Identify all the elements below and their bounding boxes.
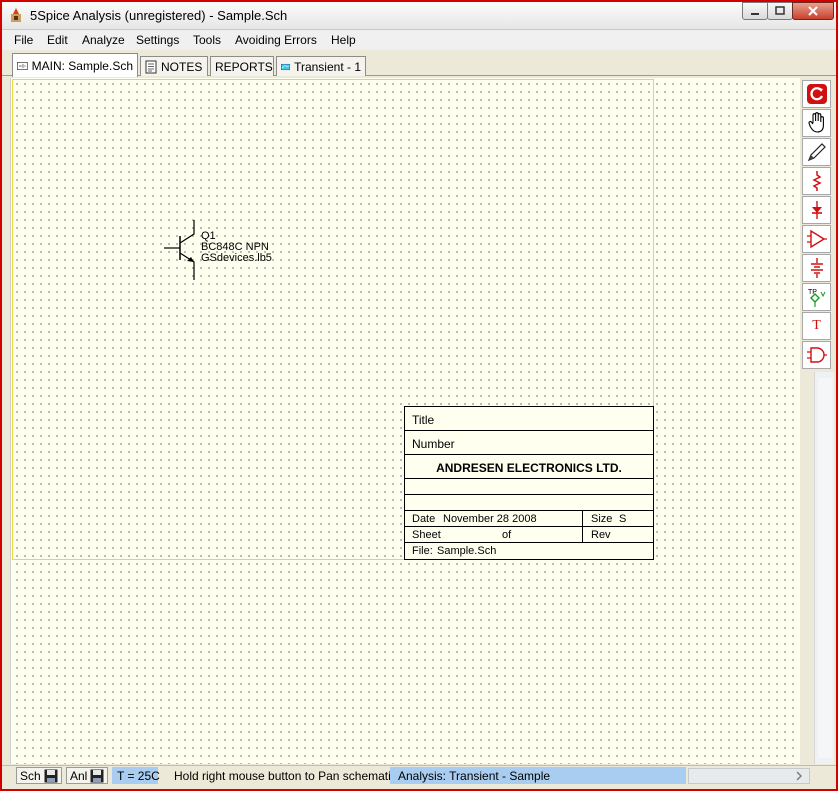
- title-block: Title Number ANDRESEN ELECTRONICS LTD. D…: [404, 406, 654, 560]
- tab-transient-label: Transient - 1: [294, 59, 361, 74]
- temperature-text: T = 25C: [117, 768, 160, 783]
- source-tool-button[interactable]: [802, 254, 831, 282]
- testpoint-icon: TP: [808, 289, 825, 307]
- opamp-tool-button[interactable]: [802, 225, 831, 253]
- analysis-indicator: Analysis: Transient - Sample: [390, 767, 686, 784]
- anl-label: Anl: [70, 768, 88, 783]
- menu-help[interactable]: Help: [331, 33, 356, 47]
- component-library: GSdevices.lb5: [201, 252, 272, 264]
- testpoint-tool-button[interactable]: TP: [802, 283, 831, 311]
- tab-notes[interactable]: NOTES: [140, 56, 208, 76]
- analysis-text: Analysis: Transient - Sample: [398, 768, 551, 783]
- scroll-right-icon[interactable]: [792, 769, 806, 783]
- menu-avoiding-errors[interactable]: Avoiding Errors: [235, 33, 317, 47]
- pencil-wire-icon: [807, 143, 826, 162]
- diode-icon: [811, 201, 822, 219]
- title-block-of-label: of: [502, 529, 512, 541]
- pan-hand-icon: [807, 112, 824, 133]
- tab-transient[interactable]: Transient - 1: [276, 56, 366, 76]
- sch-button[interactable]: Sch: [16, 767, 62, 784]
- tab-bar: MAIN: Sample.Sch NOTES REPORTS Transient…: [2, 52, 836, 77]
- tab-reports-label: REPORTS: [215, 59, 273, 74]
- window-title: 5Spice Analysis (unregistered) - Sample.…: [30, 8, 288, 23]
- notes-icon: [145, 60, 157, 73]
- status-bar: Sch Anl T = 25C Hold right mouse button …: [2, 765, 836, 785]
- minimize-button[interactable]: [742, 2, 768, 20]
- app-window: 5Spice Analysis (unregistered) - Sample.…: [0, 0, 838, 791]
- app-icon: [11, 8, 21, 22]
- menu-analyze[interactable]: Analyze: [82, 33, 125, 47]
- close-button[interactable]: [792, 2, 834, 20]
- tab-main-label: MAIN: Sample.Sch: [31, 58, 133, 73]
- title-block-file-value: Sample.Sch: [437, 545, 497, 557]
- title-block-rev-label: Rev: [591, 529, 611, 541]
- title-block-size-value: S: [619, 513, 627, 525]
- menu-tools[interactable]: Tools: [193, 33, 221, 47]
- save-disk-icon: [44, 769, 58, 782]
- logic-gate-icon: [806, 347, 827, 363]
- maximize-button[interactable]: [767, 2, 793, 20]
- title-block-date-label: Date: [412, 513, 436, 525]
- logic-gate-tool-button[interactable]: [802, 341, 831, 369]
- menu-bar: File Edit Analyze Settings Tools Avoidin…: [2, 30, 836, 50]
- tool-palette: TP T: [802, 80, 832, 372]
- minimize-icon: [751, 13, 759, 15]
- title-block-company: ANDRESEN ELECTRONICS LTD.: [436, 461, 622, 475]
- vertical-scrollbar[interactable]: [814, 372, 834, 764]
- title-block-size-label: Size: [591, 513, 613, 525]
- schematic-icon: [17, 61, 28, 70]
- menu-file[interactable]: File: [14, 33, 33, 47]
- ground-battery-icon: [810, 258, 823, 278]
- title-bar: 5Spice Analysis (unregistered) - Sample.…: [2, 2, 836, 30]
- status-hint: Hold right mouse button to Pan schematic: [174, 767, 397, 784]
- pan-hand-button[interactable]: [802, 109, 831, 137]
- menu-edit[interactable]: Edit: [47, 33, 68, 47]
- anl-button[interactable]: Anl: [66, 767, 108, 784]
- title-block-file-label: File:: [412, 545, 433, 557]
- status-hint-text: Hold right mouse button to Pan schematic: [174, 768, 397, 783]
- vertical-scroll-track[interactable]: [818, 378, 832, 758]
- title-block-sheet-label: Sheet: [412, 529, 441, 541]
- npn-transistor-symbol[interactable]: [162, 214, 202, 284]
- redraw-button[interactable]: [802, 80, 831, 108]
- title-block-title: Title: [412, 413, 435, 427]
- wire-tool-button[interactable]: [802, 138, 831, 166]
- resistor-tool-button[interactable]: [802, 167, 831, 195]
- temperature-indicator: T = 25C: [112, 767, 160, 784]
- tab-reports[interactable]: REPORTS: [210, 56, 274, 76]
- diode-tool-button[interactable]: [802, 196, 831, 224]
- title-block-date-value: November 28 2008: [443, 513, 537, 525]
- tab-notes-label: NOTES: [161, 59, 203, 74]
- title-block-number: Number: [412, 437, 455, 451]
- close-icon: [808, 6, 818, 16]
- tab-main[interactable]: MAIN: Sample.Sch: [12, 53, 138, 77]
- opamp-icon: [806, 229, 827, 249]
- resistor-icon: [811, 171, 822, 191]
- component-labels: Q1 BC848C NPN GSdevices.lb5: [201, 231, 272, 264]
- menu-settings[interactable]: Settings: [136, 33, 179, 47]
- text-tool-button[interactable]: T: [802, 312, 831, 340]
- transient-plot-icon: [281, 63, 291, 70]
- redraw-icon: [806, 84, 827, 104]
- text-tool-icon: T: [812, 318, 821, 333]
- save-disk-icon: [90, 769, 104, 782]
- sch-label: Sch: [20, 768, 41, 783]
- maximize-icon: [775, 6, 785, 15]
